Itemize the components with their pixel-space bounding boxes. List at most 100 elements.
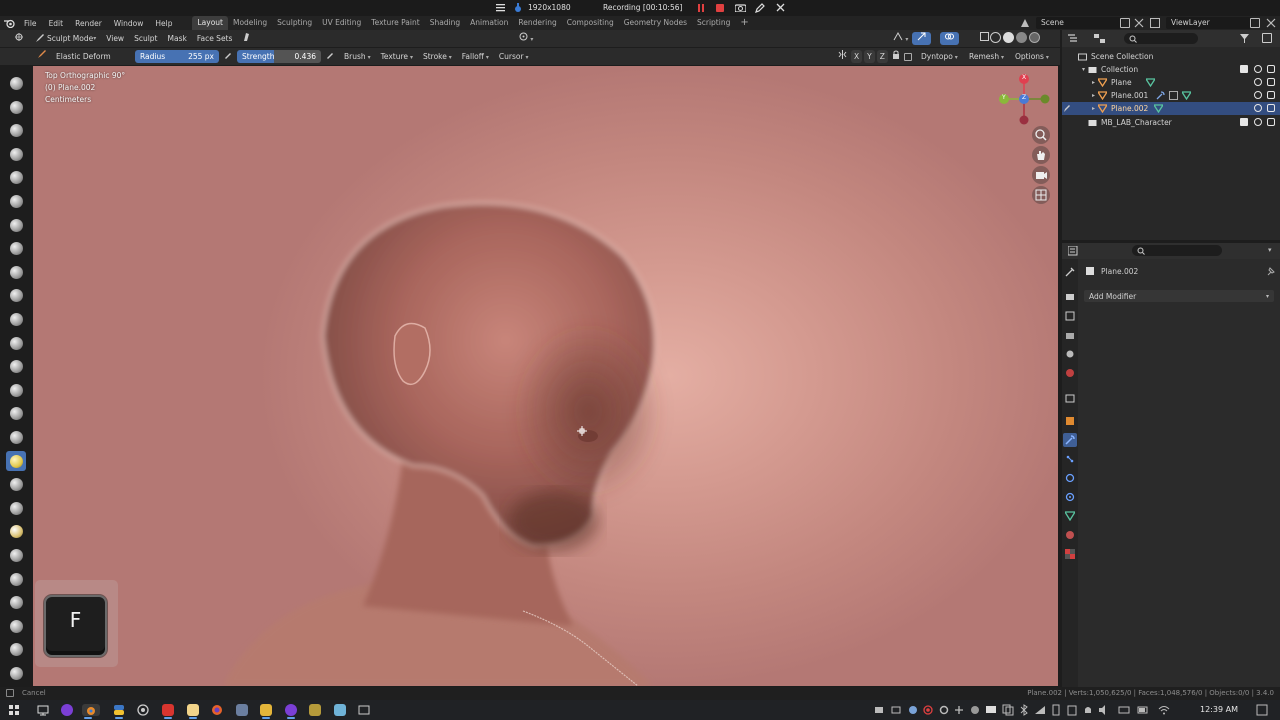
menu-file[interactable]: File [18, 19, 43, 28]
collection-checkbox[interactable] [1240, 118, 1248, 126]
filter-icon[interactable] [1240, 34, 1249, 45]
camera-view-icon[interactable] [1032, 166, 1050, 184]
material-tab-icon[interactable] [1065, 530, 1075, 540]
new-scene-icon[interactable] [1120, 18, 1130, 28]
close-icon[interactable] [776, 3, 785, 14]
tab-compositing[interactable]: Compositing [562, 16, 619, 30]
volume-icon[interactable] [1098, 704, 1110, 716]
files-icon[interactable] [260, 704, 272, 719]
falloff-dropdown[interactable]: Falloff [457, 50, 494, 63]
simplify-tool[interactable] [6, 663, 26, 683]
object-tab-icon[interactable] [1065, 416, 1075, 426]
tab-animation[interactable]: Animation [465, 16, 513, 30]
tray-icon-1[interactable] [873, 704, 885, 716]
tab-shading[interactable]: Shading [425, 16, 465, 30]
particles-tab-icon[interactable] [1065, 454, 1075, 464]
face-set-brush-icon[interactable] [237, 32, 255, 45]
constraints-tab-icon[interactable] [1065, 492, 1075, 502]
outliner-row-plane[interactable]: ▸ Plane [1062, 76, 1280, 89]
clipboard-icon[interactable] [1066, 704, 1078, 716]
tool-tab-icon[interactable] [1065, 267, 1075, 277]
eye-icon[interactable] [1254, 118, 1262, 126]
boundary-tool[interactable] [6, 616, 26, 636]
menu-face-sets[interactable]: Face Sets [192, 32, 238, 45]
battery-icon[interactable] [1137, 704, 1149, 716]
outliner-row-collection[interactable]: ▾ Collection [1062, 63, 1280, 76]
network-icon[interactable] [1034, 704, 1046, 716]
screen-tray-icon[interactable] [985, 704, 997, 716]
clay-tool[interactable] [6, 121, 26, 141]
grab-tool[interactable] [6, 428, 26, 448]
mesh-data-icon[interactable] [1182, 91, 1192, 100]
tab-scripting[interactable]: Scripting [692, 16, 735, 30]
eye-icon[interactable] [1254, 78, 1262, 86]
lock-icon[interactable] [890, 50, 902, 63]
tab-modeling[interactable]: Modeling [228, 16, 272, 30]
inflate-tool[interactable] [6, 215, 26, 235]
render-camera-icon[interactable] [1267, 118, 1275, 126]
expand-arrow-icon[interactable]: ▸ [1092, 79, 1095, 86]
pivot-icon[interactable] [514, 32, 538, 45]
texture-tab-icon[interactable] [1065, 549, 1075, 559]
wireframe-shading-icon[interactable] [990, 32, 1001, 43]
visibility-icon[interactable] [888, 31, 913, 45]
physics-tab-icon[interactable] [1065, 473, 1075, 483]
scene-tab-icon[interactable] [1065, 349, 1075, 359]
pin-icon[interactable] [1266, 267, 1275, 278]
eye-icon[interactable] [1254, 65, 1262, 73]
stop-icon[interactable] [716, 4, 724, 12]
settings-tray-icon[interactable] [938, 704, 950, 716]
render-camera-icon[interactable] [1267, 104, 1275, 112]
dyntopo-dropdown[interactable]: Dyntopo [916, 50, 963, 63]
pause-icon[interactable] [698, 4, 704, 12]
screenshot-icon[interactable] [358, 704, 370, 716]
copy-tray-icon[interactable] [1002, 704, 1014, 716]
gizmo-toggle-icon[interactable] [912, 32, 931, 45]
data-tab-icon[interactable] [1063, 511, 1077, 522]
tab-rendering[interactable]: Rendering [513, 16, 561, 30]
documents-icon[interactable] [236, 704, 248, 716]
editor-type-icon[interactable] [10, 32, 30, 45]
grid-perspective-icon[interactable] [1032, 186, 1050, 204]
strength-slider[interactable]: Strength 0.436 [237, 50, 321, 63]
edit-pencil-icon[interactable] [1062, 102, 1072, 115]
add-workspace-icon[interactable]: + [735, 16, 753, 30]
menu-render[interactable]: Render [69, 19, 108, 28]
pose-tool[interactable] [6, 522, 26, 542]
display-mode-icon[interactable] [1094, 34, 1106, 45]
new-collection-icon[interactable] [1262, 33, 1272, 43]
expand-arrow-icon[interactable]: ▾ [1082, 66, 1085, 73]
rotate-tool[interactable] [6, 569, 26, 589]
properties-search-input[interactable] [1132, 245, 1222, 256]
pinch-tool[interactable] [6, 404, 26, 424]
camera-icon[interactable] [734, 3, 747, 14]
tray-icon-3[interactable] [907, 704, 919, 716]
sculpt-mesh[interactable] [33, 66, 1058, 686]
notes-app-icon[interactable] [187, 704, 199, 719]
pen-icon[interactable] [755, 3, 765, 15]
material-shading-icon[interactable] [1016, 32, 1027, 43]
render-camera-icon[interactable] [1267, 65, 1275, 73]
record-tray-icon[interactable] [922, 704, 934, 716]
app-icon-purple[interactable] [61, 704, 73, 716]
menu-view[interactable]: View [101, 32, 129, 45]
outliner-scene-collection[interactable]: Scene Collection [1062, 50, 1280, 63]
image-viewer-icon[interactable] [334, 704, 346, 716]
properties-editor-icon[interactable] [1067, 245, 1080, 258]
tray-icon-2[interactable] [890, 704, 902, 716]
outliner-editor-icon[interactable] [1068, 34, 1080, 45]
axis-y-toggle[interactable]: Y [864, 50, 875, 63]
navigation-gizmo[interactable]: X Y Z [993, 71, 1053, 131]
modifier-tab-icon[interactable] [1063, 433, 1077, 447]
notifications-icon[interactable] [1082, 704, 1094, 716]
eye-icon[interactable] [1254, 91, 1262, 99]
menu-sculpt[interactable]: Sculpt [129, 32, 162, 45]
render-camera-icon[interactable] [1267, 78, 1275, 86]
tab-sculpting[interactable]: Sculpting [272, 16, 317, 30]
axis-x-toggle[interactable]: X [851, 50, 863, 63]
app-menu-icon[interactable] [8, 704, 20, 716]
tray-icon-4[interactable] [953, 704, 965, 716]
new-view-layer-icon[interactable] [1250, 18, 1260, 28]
nudge-tool[interactable] [6, 545, 26, 565]
render-tab-icon[interactable] [1065, 292, 1075, 302]
